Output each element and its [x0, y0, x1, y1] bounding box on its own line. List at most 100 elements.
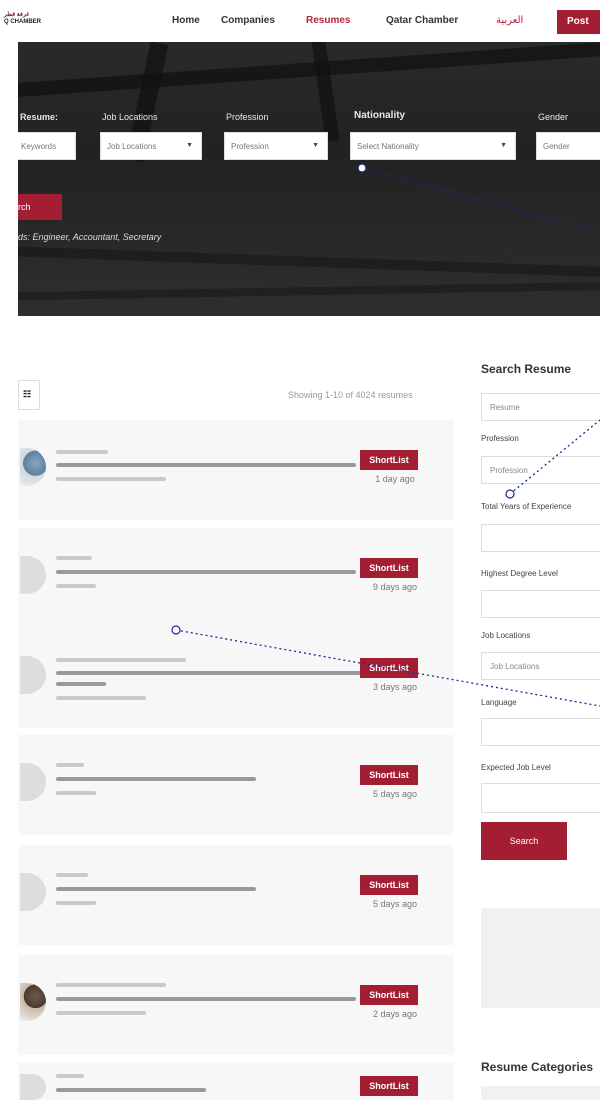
- degree-label: Highest Degree Level: [481, 569, 558, 578]
- popular-keywords: ds: Engineer, Accountant, Secretary: [18, 232, 162, 242]
- blurred-meta: [56, 696, 146, 700]
- blurred-name: [56, 763, 84, 767]
- blurred-meta: [56, 1011, 146, 1015]
- resume-card[interactable]: ShortList 1 day ago: [18, 420, 454, 520]
- job-locations-select[interactable]: Job Locations ▼: [100, 132, 202, 160]
- shortlist-button[interactable]: ShortList: [360, 558, 418, 578]
- blurred-title: [56, 570, 356, 574]
- resume-label: Resume:: [20, 112, 59, 122]
- avatar: [20, 1074, 46, 1100]
- shortlist-button[interactable]: ShortList: [360, 658, 418, 678]
- blurred-name: [56, 1074, 84, 1078]
- sidebar-profession-select[interactable]: Profession: [481, 456, 600, 484]
- resume-card[interactable]: ShortList 2 days ago: [18, 955, 454, 1055]
- nav-qatar-chamber[interactable]: Qatar Chamber: [386, 15, 458, 26]
- posted-ago: 3 days ago: [372, 682, 418, 692]
- profession-select[interactable]: Profession ▼: [224, 132, 328, 160]
- avatar: [20, 448, 46, 486]
- nationality-select[interactable]: Select Nationality ▼: [350, 132, 516, 160]
- caret-down-icon: ▼: [500, 142, 507, 149]
- posted-ago: 5 days ago: [372, 899, 418, 909]
- caret-down-icon: ▼: [312, 142, 319, 149]
- blurred-title: [56, 997, 356, 1001]
- avatar: [20, 763, 46, 801]
- ceiling-beam: [310, 42, 340, 143]
- ceiling-beam: [18, 42, 600, 99]
- sidebar-ad-placeholder: [481, 908, 600, 1008]
- logo-english-text: Q CHAMBER: [4, 19, 41, 25]
- ceiling-beam: [18, 246, 600, 278]
- sidebar-degree-select[interactable]: [481, 590, 600, 618]
- sidebar-language-select[interactable]: [481, 718, 600, 746]
- shortlist-button[interactable]: ShortList: [360, 985, 418, 1005]
- nav-home[interactable]: Home: [172, 15, 200, 26]
- listing-header: ☷ Showing 1-10 of 4024 resumes: [18, 380, 458, 410]
- shortlist-button[interactable]: ShortList: [360, 765, 418, 785]
- resume-card[interactable]: ShortList 3 days ago: [18, 628, 454, 728]
- profession-label: Profession: [226, 112, 269, 122]
- nav-companies[interactable]: Companies: [221, 15, 275, 26]
- blurred-name: [56, 556, 92, 560]
- blurred-name: [56, 450, 108, 454]
- post-button[interactable]: Post: [557, 10, 600, 34]
- sidebar-expected-level-select[interactable]: [481, 783, 600, 813]
- gender-label: Gender: [538, 112, 569, 122]
- job-locations-label: Job Locations: [481, 631, 531, 640]
- posted-ago: 1 day ago: [375, 474, 415, 484]
- avatar: [20, 873, 46, 911]
- resume-card[interactable]: ShortList 5 days ago: [18, 845, 454, 945]
- results-count: Showing 1-10 of 4024 resumes: [288, 390, 413, 400]
- sidebar-job-locations-select[interactable]: Job Locations: [481, 652, 600, 680]
- search-resume-title: Search Resume: [481, 362, 572, 376]
- hero-search-banner: Resume: Job Locations Profession Nationa…: [18, 42, 600, 316]
- page: غرفة قطر Q CHAMBER Home Companies Resume…: [0, 0, 600, 1100]
- shortlist-button[interactable]: ShortList: [360, 875, 418, 895]
- blurred-meta: [56, 477, 166, 481]
- blurred-title: [56, 777, 256, 781]
- gender-select[interactable]: Gender: [536, 132, 600, 160]
- sidebar-experience-select[interactable]: [481, 524, 600, 552]
- ceiling-beam: [18, 281, 600, 301]
- shortlist-button[interactable]: ShortList: [360, 450, 418, 470]
- logo-arabic-text: غرفة قطر: [4, 12, 30, 18]
- qatar-chamber-logo[interactable]: غرفة قطر Q CHAMBER: [4, 12, 56, 32]
- nationality-label: Nationality: [354, 110, 406, 121]
- list-view-icon[interactable]: ☷: [18, 380, 40, 410]
- profession-label: Profession: [481, 434, 519, 443]
- blurred-title: [56, 887, 256, 891]
- experience-label: Total Years of Experience: [481, 502, 572, 511]
- blurred-meta: [56, 901, 96, 905]
- nav-arabic[interactable]: العربية: [496, 15, 523, 26]
- nav-resumes[interactable]: Resumes: [306, 15, 350, 26]
- blurred-name: [56, 873, 88, 877]
- pointer-dot: [505, 489, 515, 499]
- top-navigation: غرفة قطر Q CHAMBER Home Companies Resume…: [0, 0, 600, 42]
- blurred-name: [56, 983, 166, 987]
- job-locations-value: Job Locations: [107, 142, 157, 151]
- sidebar-search-button[interactable]: Search: [481, 822, 567, 860]
- blurred-name: [56, 658, 186, 662]
- profession-value: Profession: [231, 142, 269, 151]
- keywords-input[interactable]: Keywords: [18, 132, 76, 160]
- posted-ago: 9 days ago: [372, 582, 418, 592]
- categories-list: [481, 1086, 600, 1100]
- shortlist-button[interactable]: ShortList: [360, 1076, 418, 1096]
- blurred-title-cont: [56, 682, 106, 686]
- language-label: Language: [481, 698, 517, 707]
- job-locations-label: Job Locations: [102, 112, 158, 122]
- blurred-title: [56, 671, 376, 675]
- resume-categories-title: Resume Categories: [481, 1060, 594, 1074]
- avatar: [20, 656, 46, 694]
- caret-down-icon: ▼: [186, 142, 193, 149]
- sidebar-keywords-input[interactable]: Resume: [481, 393, 600, 421]
- expected-level-label: Expected Job Level: [481, 763, 551, 772]
- blurred-title: [56, 463, 356, 467]
- avatar: [20, 983, 46, 1021]
- avatar: [20, 556, 46, 594]
- hero-search-button[interactable]: rch: [18, 194, 62, 220]
- resume-card[interactable]: ShortList: [18, 1062, 454, 1100]
- resume-card[interactable]: ShortList 5 days ago: [18, 735, 454, 835]
- resume-card[interactable]: ShortList 9 days ago: [18, 528, 454, 628]
- blurred-title: [56, 1088, 206, 1092]
- posted-ago: 2 days ago: [372, 1009, 418, 1019]
